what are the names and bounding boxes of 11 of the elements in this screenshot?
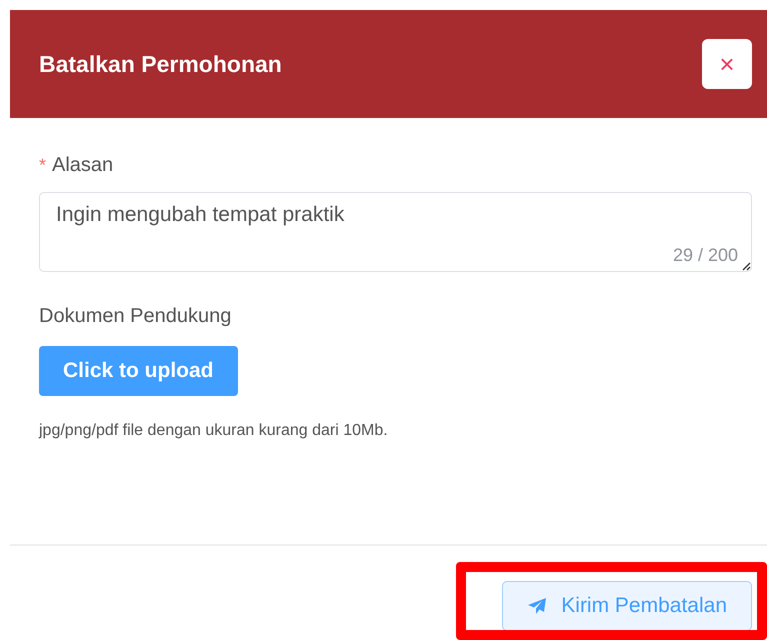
- required-marker: *: [39, 155, 46, 176]
- field-label: Alasan: [52, 154, 114, 177]
- upload-hint: jpg/png/pdf file dengan ukuran kurang dari 10Mb.: [39, 422, 389, 440]
- upload-button[interactable]: Click to upload: [39, 346, 238, 396]
- character-counter: 29 / 200: [672, 245, 738, 266]
- dialog-title: Batalkan Permohonan: [39, 50, 282, 78]
- submit-button[interactable]: Kirim Pembatalan: [502, 581, 752, 631]
- close-button[interactable]: ×: [702, 39, 752, 89]
- send-icon: [527, 597, 548, 615]
- resize-grip-icon[interactable]: [741, 261, 751, 271]
- field-label: Dokumen Pendukung: [39, 305, 232, 328]
